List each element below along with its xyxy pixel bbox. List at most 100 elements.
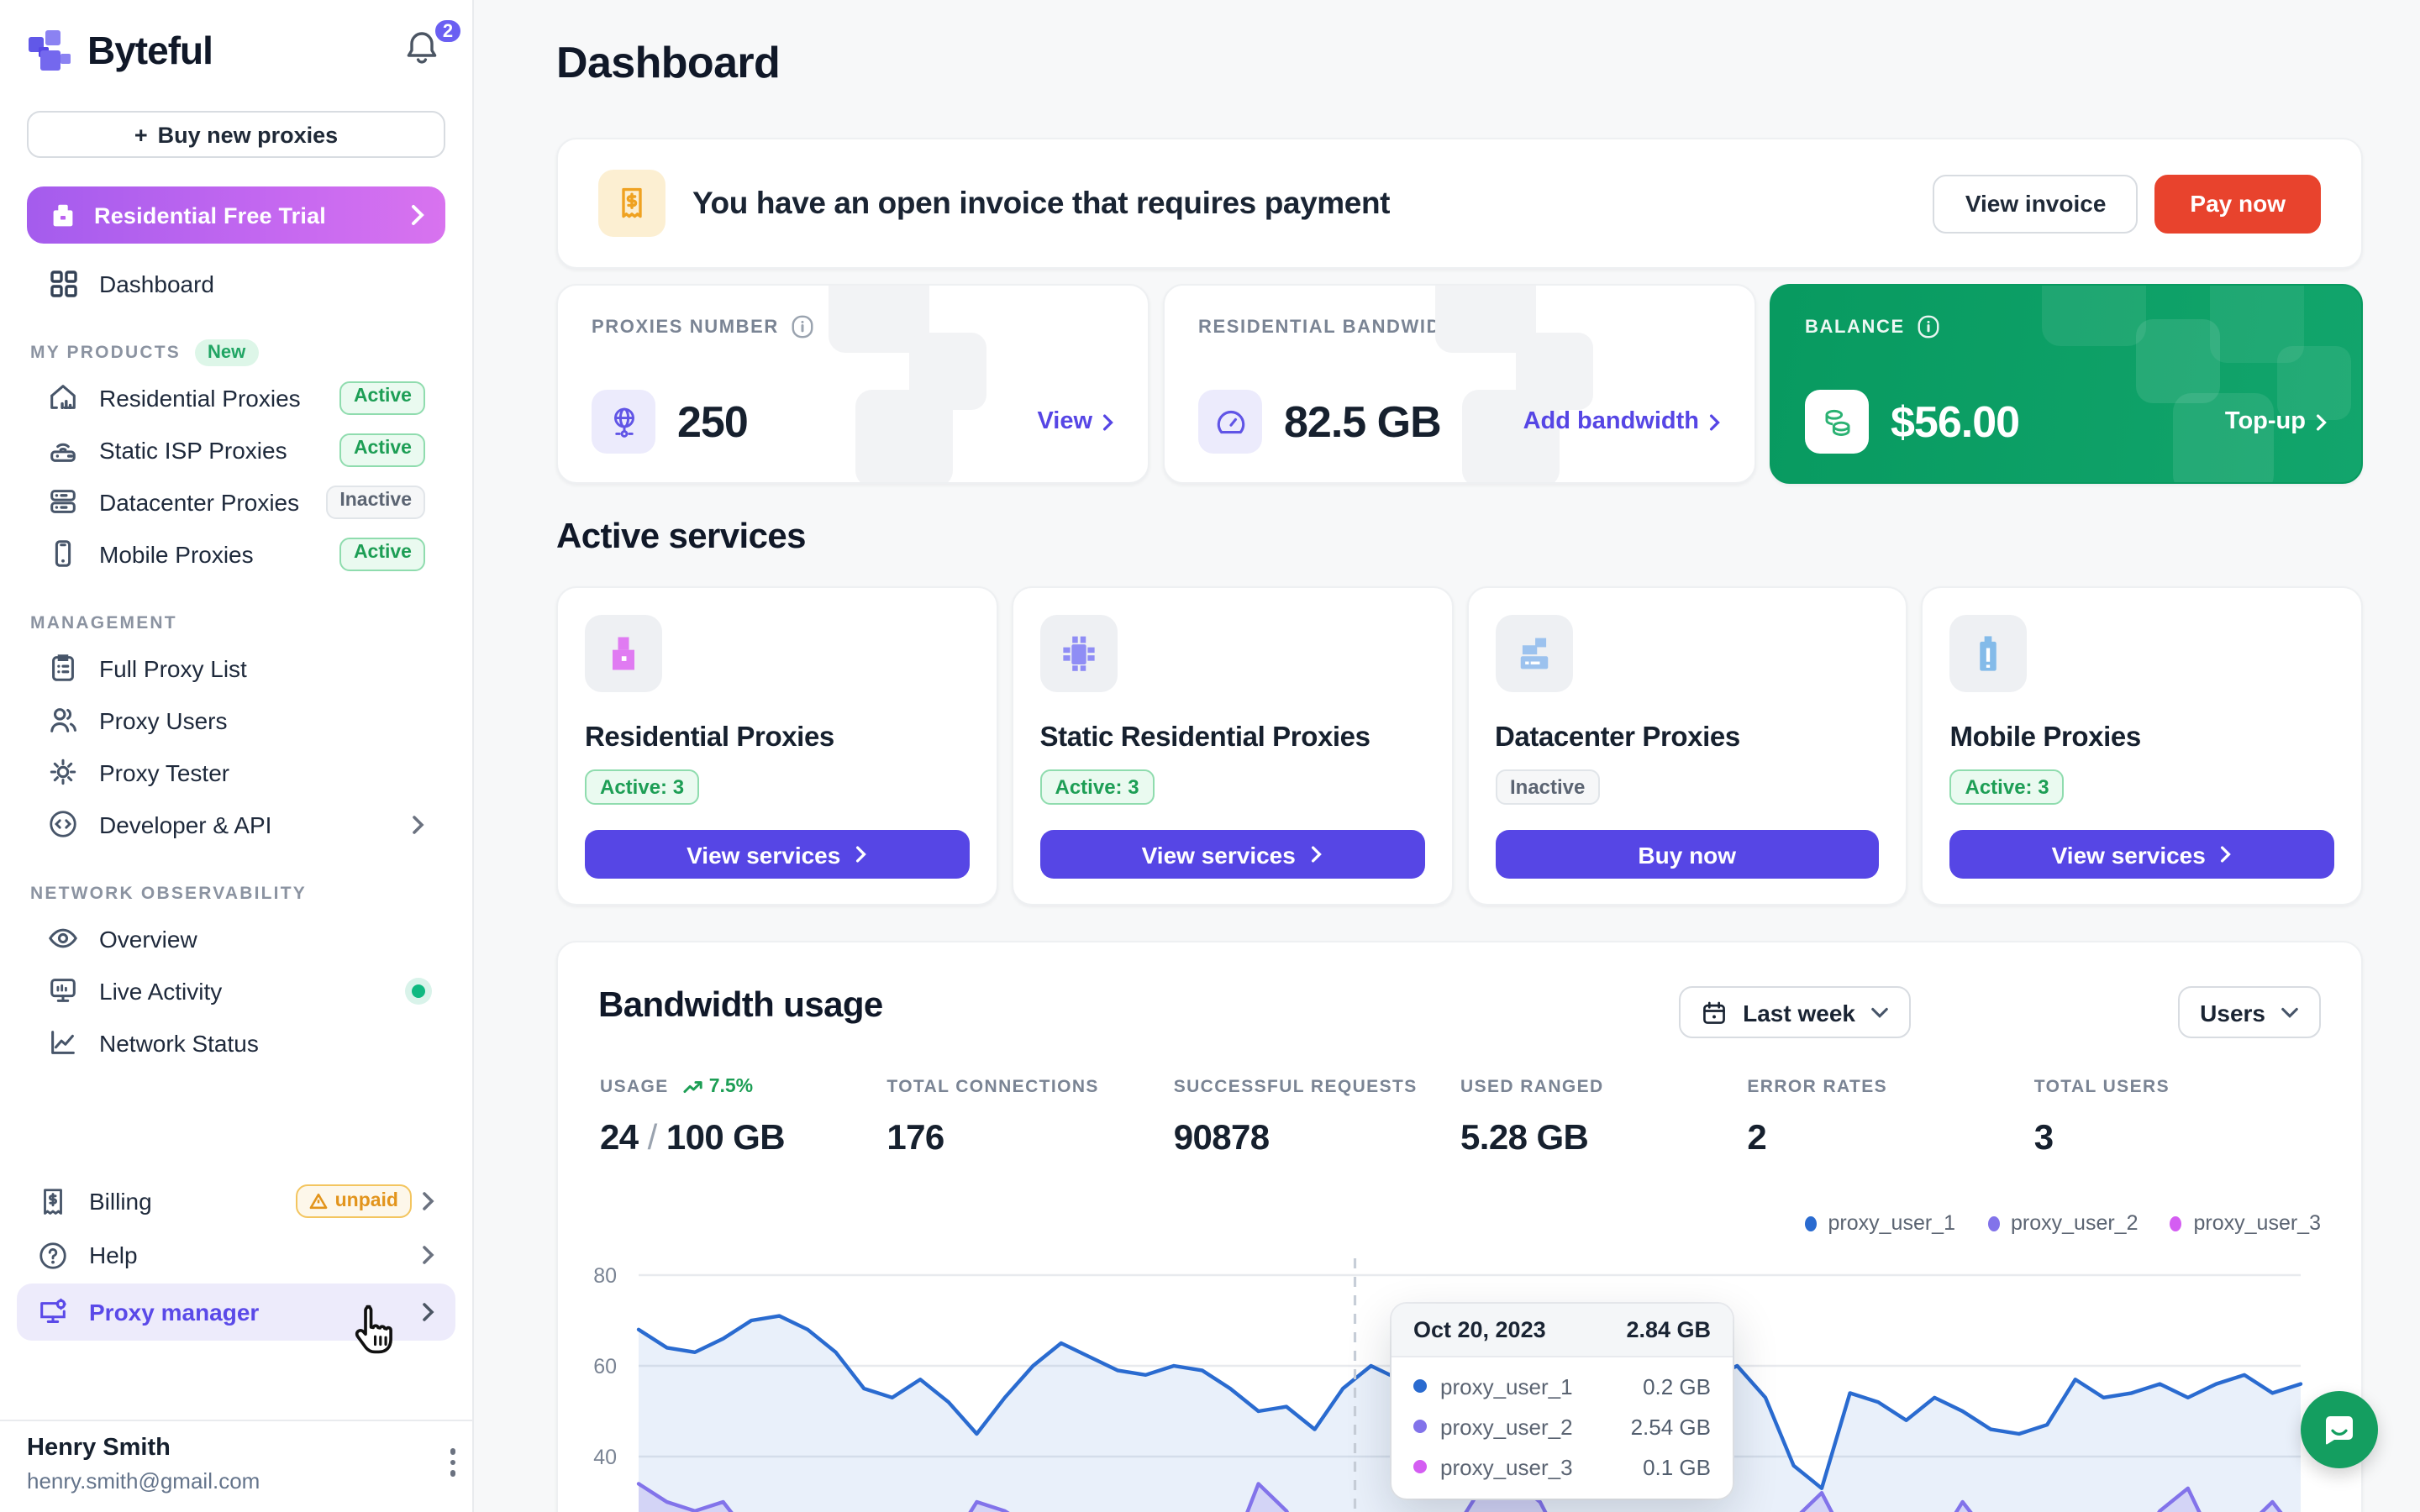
sidebar-item-proxy-tester[interactable]: Proxy Tester — [27, 746, 445, 798]
tooltip-row: proxy_user_1 0.2 GB — [1392, 1366, 1733, 1406]
view-services-button[interactable]: View services — [1950, 830, 2335, 879]
unpaid-badge: unpaid — [297, 1184, 412, 1218]
add-bandwidth-link[interactable]: Add bandwidth — [1523, 408, 1721, 435]
sidebar-item-dashboard[interactable]: Dashboard — [27, 257, 445, 309]
chart-legend: proxy_user_1 proxy_user_2 proxy_user_3 — [1805, 1211, 2322, 1235]
pay-now-button[interactable]: Pay now — [2154, 174, 2321, 233]
dashboard-grid-icon — [47, 267, 79, 299]
top-up-link[interactable]: Top-up — [2225, 408, 2328, 435]
service-status-badge: Active: 3 — [585, 769, 699, 804]
sidebar-item-full-proxy-list[interactable]: Full Proxy List — [27, 642, 445, 694]
view-invoice-button[interactable]: View invoice — [1933, 174, 2139, 233]
sidebar-item-proxy-manager[interactable]: Proxy manager — [17, 1284, 455, 1341]
status-badge: Active — [340, 537, 425, 570]
chevron-right-icon — [855, 845, 867, 864]
static-residential-service-icon — [1040, 615, 1118, 692]
info-icon[interactable] — [1481, 314, 1506, 339]
sidebar-item-billing[interactable]: Billing unpaid — [17, 1176, 455, 1226]
info-icon[interactable] — [791, 314, 816, 339]
phone-icon — [47, 538, 79, 570]
user-email: henry.smith@gmail.com — [27, 1468, 260, 1494]
chevron-right-icon — [410, 203, 425, 227]
svg-text:80: 80 — [593, 1264, 617, 1288]
sidebar-item-proxy-users[interactable]: Proxy Users — [27, 694, 445, 746]
chevron-right-icon — [2221, 845, 2233, 864]
brand-name: Byteful — [87, 28, 213, 73]
bandwidth-gauge-icon — [1198, 390, 1262, 454]
stat-total-connections: TOTAL CONNECTIONS 176 — [886, 1077, 1173, 1159]
invoice-icon — [598, 170, 666, 237]
proxies-number-card: PROXIES NUMBER 250 View — [556, 284, 1150, 484]
service-status-badge: Inactive — [1495, 769, 1600, 804]
datacenter-service-icon — [1495, 615, 1572, 692]
status-badge: Active — [340, 433, 425, 466]
new-pill: New — [194, 339, 259, 366]
section-network-observability: NETWORK OBSERVABILITY — [27, 875, 445, 912]
eye-icon — [47, 922, 79, 954]
code-circle-icon — [47, 808, 79, 840]
app-root: Byteful 2 + Buy new proxies — [0, 0, 2420, 1512]
banner-message: You have an open invoice that requires p… — [692, 185, 1390, 222]
byteful-logo-icon — [27, 28, 72, 73]
support-chat-button[interactable] — [2301, 1391, 2378, 1468]
page-title: Dashboard — [556, 37, 2363, 89]
service-card-static-residential: Static Residential Proxies Active: 3 Vie… — [1012, 586, 1454, 906]
tooltip-row: proxy_user_3 0.1 GB — [1392, 1446, 1733, 1487]
gear-icon — [47, 756, 79, 788]
monitor-icon — [47, 974, 79, 1006]
user-menu-button[interactable] — [450, 1448, 455, 1476]
legend-item[interactable]: proxy_user_1 — [1805, 1211, 1956, 1235]
sidebar-item-overview[interactable]: Overview — [27, 912, 445, 964]
suitcase-icon — [47, 199, 79, 231]
buy-new-proxies-button[interactable]: + Buy new proxies — [27, 111, 445, 158]
residential-bandwidth-card: RESIDENTIAL BANDWIDTH 82.5 GB Add bandwi… — [1163, 284, 1756, 484]
bandwidth-usage-title: Bandwidth usage — [598, 986, 883, 1026]
user-name: Henry Smith — [27, 1435, 260, 1462]
plus-icon: + — [134, 122, 148, 147]
group-by-select[interactable]: Users — [2178, 986, 2321, 1038]
sidebar-item-residential-proxies[interactable]: Residential Proxies Active — [27, 371, 445, 423]
stat-error-rates: ERROR RATES 2 — [1747, 1077, 2033, 1159]
period-select[interactable]: Last week — [1679, 986, 1911, 1038]
chevron-right-icon — [412, 814, 425, 834]
sidebar-divider — [0, 1420, 472, 1421]
chevron-right-icon — [2316, 412, 2328, 431]
section-my-products: MY PRODUCTS New — [27, 334, 445, 371]
line-chart-icon — [47, 1026, 79, 1058]
service-card-residential: Residential Proxies Active: 3 View servi… — [556, 586, 998, 906]
sidebar-bottom-group: Billing unpaid Help — [17, 1176, 455, 1344]
notifications-button[interactable]: 2 — [402, 29, 445, 72]
coins-icon — [1805, 390, 1869, 454]
legend-item[interactable]: proxy_user_3 — [2170, 1211, 2322, 1235]
chevron-right-icon — [422, 1245, 435, 1265]
router-icon — [47, 433, 79, 465]
sidebar-item-static-isp-proxies[interactable]: Static ISP Proxies Active — [27, 423, 445, 475]
calendar-icon — [1701, 999, 1728, 1026]
chevron-right-icon — [1102, 412, 1114, 431]
view-services-button[interactable]: View services — [585, 830, 970, 879]
residential-free-trial-button[interactable]: Residential Free Trial — [27, 186, 445, 244]
view-proxies-link[interactable]: View — [1037, 408, 1114, 435]
sidebar-item-live-activity[interactable]: Live Activity — [27, 964, 445, 1016]
service-status-badge: Active: 3 — [1950, 769, 2065, 804]
sidebar-item-network-status[interactable]: Network Status — [27, 1016, 445, 1068]
sidebar-item-developer-api[interactable]: Developer & API — [27, 798, 445, 850]
residential-service-icon — [585, 615, 662, 692]
active-services-title: Active services — [556, 517, 2363, 558]
view-services-button[interactable]: View services — [1040, 830, 1425, 879]
sidebar-item-datacenter-proxies[interactable]: Datacenter Proxies Inactive — [27, 475, 445, 528]
section-management: MANAGEMENT — [27, 605, 445, 642]
sidebar-item-mobile-proxies[interactable]: Mobile Proxies Active — [27, 528, 445, 580]
legend-item[interactable]: proxy_user_2 — [1987, 1211, 2139, 1235]
stat-total-users: TOTAL USERS 3 — [2034, 1077, 2321, 1159]
sidebar-item-help[interactable]: Help — [17, 1230, 455, 1280]
buy-now-button[interactable]: Buy now — [1495, 830, 1880, 879]
proxies-globe-icon — [592, 390, 655, 454]
chevron-down-icon — [1870, 1005, 1889, 1019]
chevron-right-icon — [1709, 412, 1721, 431]
home-signal-icon — [47, 381, 79, 413]
chat-icon — [2319, 1410, 2360, 1450]
info-icon[interactable] — [1917, 314, 1942, 339]
stat-cards-row: PROXIES NUMBER 250 View — [556, 284, 2363, 484]
stat-used-ranged: USED RANGED 5.28 GB — [1460, 1077, 1747, 1159]
